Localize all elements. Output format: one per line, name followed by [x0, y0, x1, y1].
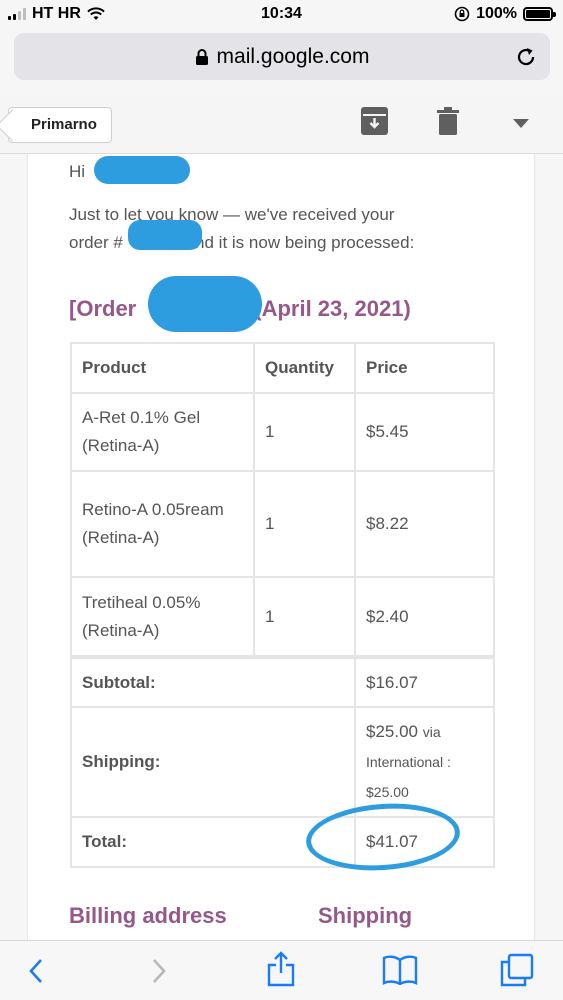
subtotal-row: Subtotal: $16.07	[70, 656, 495, 708]
shipping-address-heading: Shipping	[318, 903, 413, 928]
table-header-row: Product Quantity Price	[70, 342, 495, 394]
shipping-method: International :	[366, 754, 451, 770]
redaction-scribble	[94, 156, 190, 184]
product-cell: A-Ret 0.1% Gel (Retina-A)	[70, 392, 255, 472]
quantity-cell: 1	[253, 392, 356, 472]
redaction-scribble	[148, 276, 262, 332]
price-cell: $2.40	[354, 576, 495, 658]
subtotal-label: Subtotal:	[70, 656, 356, 708]
order-table: Product Quantity Price A-Ret 0.1% Gel (R…	[70, 342, 495, 868]
address-bar[interactable]: mail.google.com	[14, 33, 550, 80]
more-dropdown-icon[interactable]	[513, 119, 529, 128]
shipping-label: Shipping:	[70, 706, 356, 818]
shipping-value: $25.00	[366, 722, 418, 741]
greeting: Hi	[69, 162, 86, 181]
screen: HT HR 10:34 100% mail.google.com Primarn…	[0, 0, 563, 1000]
back-icon[interactable]	[26, 957, 46, 985]
price-cell: $8.22	[354, 470, 495, 578]
column-header: Price	[354, 342, 495, 394]
back-label-text: Primarno	[31, 116, 97, 133]
product-cell: Tretiheal 0.05% (Retina-A)	[70, 576, 255, 658]
table-row: A-Ret 0.1% Gel (Retina-A) 1 $5.45	[70, 392, 495, 472]
share-icon[interactable]	[266, 951, 296, 987]
url-text: mail.google.com	[216, 45, 370, 68]
billing-address-heading: Billing address	[69, 903, 227, 928]
back-to-inbox-button[interactable]: Primarno	[8, 107, 112, 143]
subtotal-value: $16.07	[354, 656, 495, 708]
status-right: 100%	[454, 5, 556, 23]
forward-icon[interactable]	[149, 957, 169, 985]
status-bar: HT HR 10:34 100%	[0, 0, 563, 30]
price-cell: $5.45	[354, 392, 495, 472]
quantity-cell: 1	[253, 470, 356, 578]
email-body: Hi Just to let you know — we've received…	[27, 154, 535, 940]
table-row: Tretiheal 0.05% (Retina-A) 1 $2.40	[70, 576, 495, 658]
padlock-icon	[195, 49, 208, 65]
shipping-method-price: $25.00	[366, 784, 409, 800]
browser-bottom-toolbar	[0, 940, 563, 1000]
column-header: Product	[70, 342, 255, 394]
shipping-via: via	[422, 724, 441, 740]
redaction-scribble	[128, 220, 202, 250]
trash-icon[interactable]	[437, 107, 459, 135]
url-display[interactable]: mail.google.com	[14, 45, 550, 69]
bookmarks-icon[interactable]	[382, 955, 418, 985]
tabs-icon[interactable]	[500, 953, 534, 987]
shipping-value-cell: $25.00 via International : $25.00	[354, 706, 495, 818]
reload-icon[interactable]	[514, 45, 538, 69]
shipping-row: Shipping: $25.00 via International : $25…	[70, 706, 495, 818]
battery-percent: 100%	[476, 5, 517, 22]
table-row: Retino-A 0.05ream (Retina-A) 1 $8.22	[70, 470, 495, 578]
rotation-lock-icon	[454, 6, 470, 22]
battery-icon	[523, 7, 556, 21]
quantity-cell: 1	[253, 576, 356, 658]
gmail-toolbar: Primarno	[0, 94, 563, 154]
column-header: Quantity	[253, 342, 356, 394]
archive-icon[interactable]	[361, 107, 388, 135]
product-cell: Retino-A 0.05ream (Retina-A)	[70, 470, 255, 578]
